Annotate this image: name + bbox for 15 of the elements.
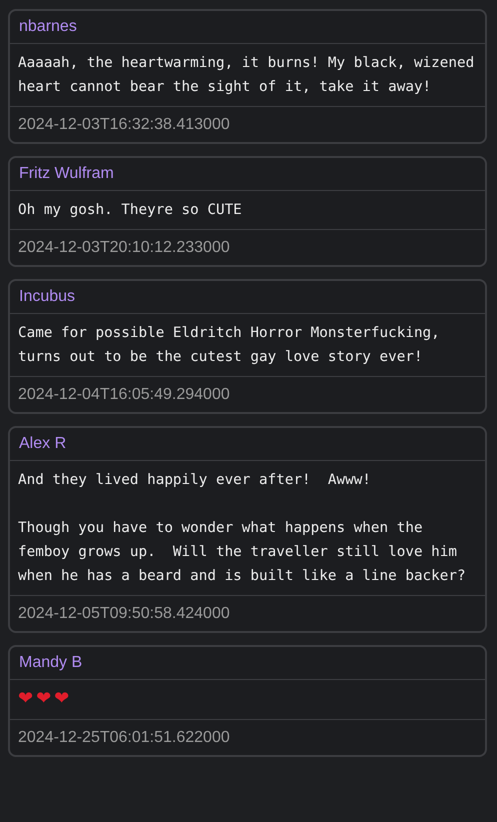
- comment-author: Incubus: [19, 287, 76, 307]
- comment-timestamp: 2024-12-03T20:10:12.233000: [18, 238, 230, 258]
- comment-timestamp: 2024-12-03T16:32:38.413000: [18, 114, 230, 134]
- comment-text: And they lived happily ever after! Awww! Though you have to wonder what happens when the femboy grows up. Will the traveller still love him when he has a beard and is built like a line backer?: [18, 471, 467, 586]
- comment-text: Oh my gosh. Theyre so CUTE: [18, 201, 243, 220]
- comment-timestamp: 2024-12-05T09:50:58.424000: [18, 604, 230, 624]
- comment-text: Came for possible Eldritch Horror Monsterfucking, turns out to be the cutest gay love story ever!: [18, 324, 441, 367]
- comment-author: Fritz Wulfram: [19, 164, 114, 184]
- comment-author: Alex R: [19, 434, 66, 454]
- comment-author: Mandy B: [19, 653, 82, 673]
- comment-timestamp: 2024-12-04T16:05:49.294000: [18, 384, 230, 404]
- comment-author: nbarnes: [19, 17, 77, 37]
- comment-text: Aaaaah, the heartwarming, it burns! My black, wizened heart cannot bear the sight of it, take it away!: [18, 54, 476, 97]
- comment-timestamp: 2024-12-25T06:01:51.622000: [18, 728, 230, 748]
- comment-text: ❤❤❤: [18, 687, 74, 711]
